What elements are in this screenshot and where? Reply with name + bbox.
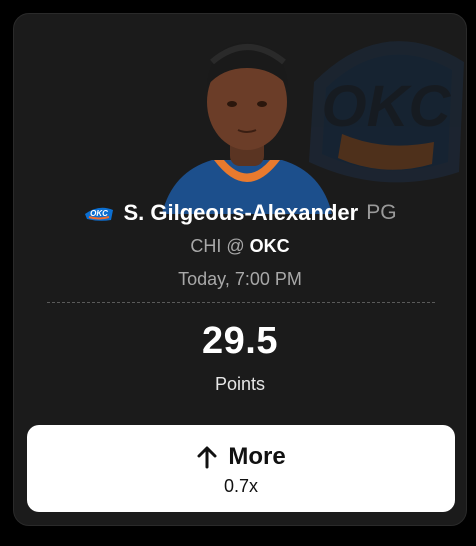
projection-line: 29.5 [202, 320, 278, 362]
more-button[interactable]: More 0.7x [27, 425, 455, 512]
away-team: CHI [190, 236, 222, 256]
more-button-row: More [27, 443, 455, 471]
payout-multiplier: 0.7x [223, 476, 259, 496]
player-name-row: OKC S. Gilgeous-Alexander PG [14, 200, 466, 226]
home-team: OKC [249, 236, 290, 256]
svg-text:OKC: OKC [91, 209, 109, 218]
team-logo-icon: OKC [85, 207, 114, 221]
player-position: PG [366, 201, 397, 224]
player-photo [162, 42, 332, 214]
stat-type: Points [214, 374, 266, 394]
matchup-separator: @ [226, 236, 245, 256]
dashed-divider [47, 302, 435, 303]
arrow-up-icon [197, 446, 217, 469]
game-time: Today, 7:00 PM [178, 269, 302, 289]
projection-card[interactable]: OKC OKC S. Gilgeous-Alexander PG CHI @ O… [13, 13, 467, 526]
player-name: S. Gilgeous-Alexander [123, 200, 359, 225]
game-matchup: CHI @ OKC [14, 236, 466, 257]
more-label: More [228, 443, 286, 470]
